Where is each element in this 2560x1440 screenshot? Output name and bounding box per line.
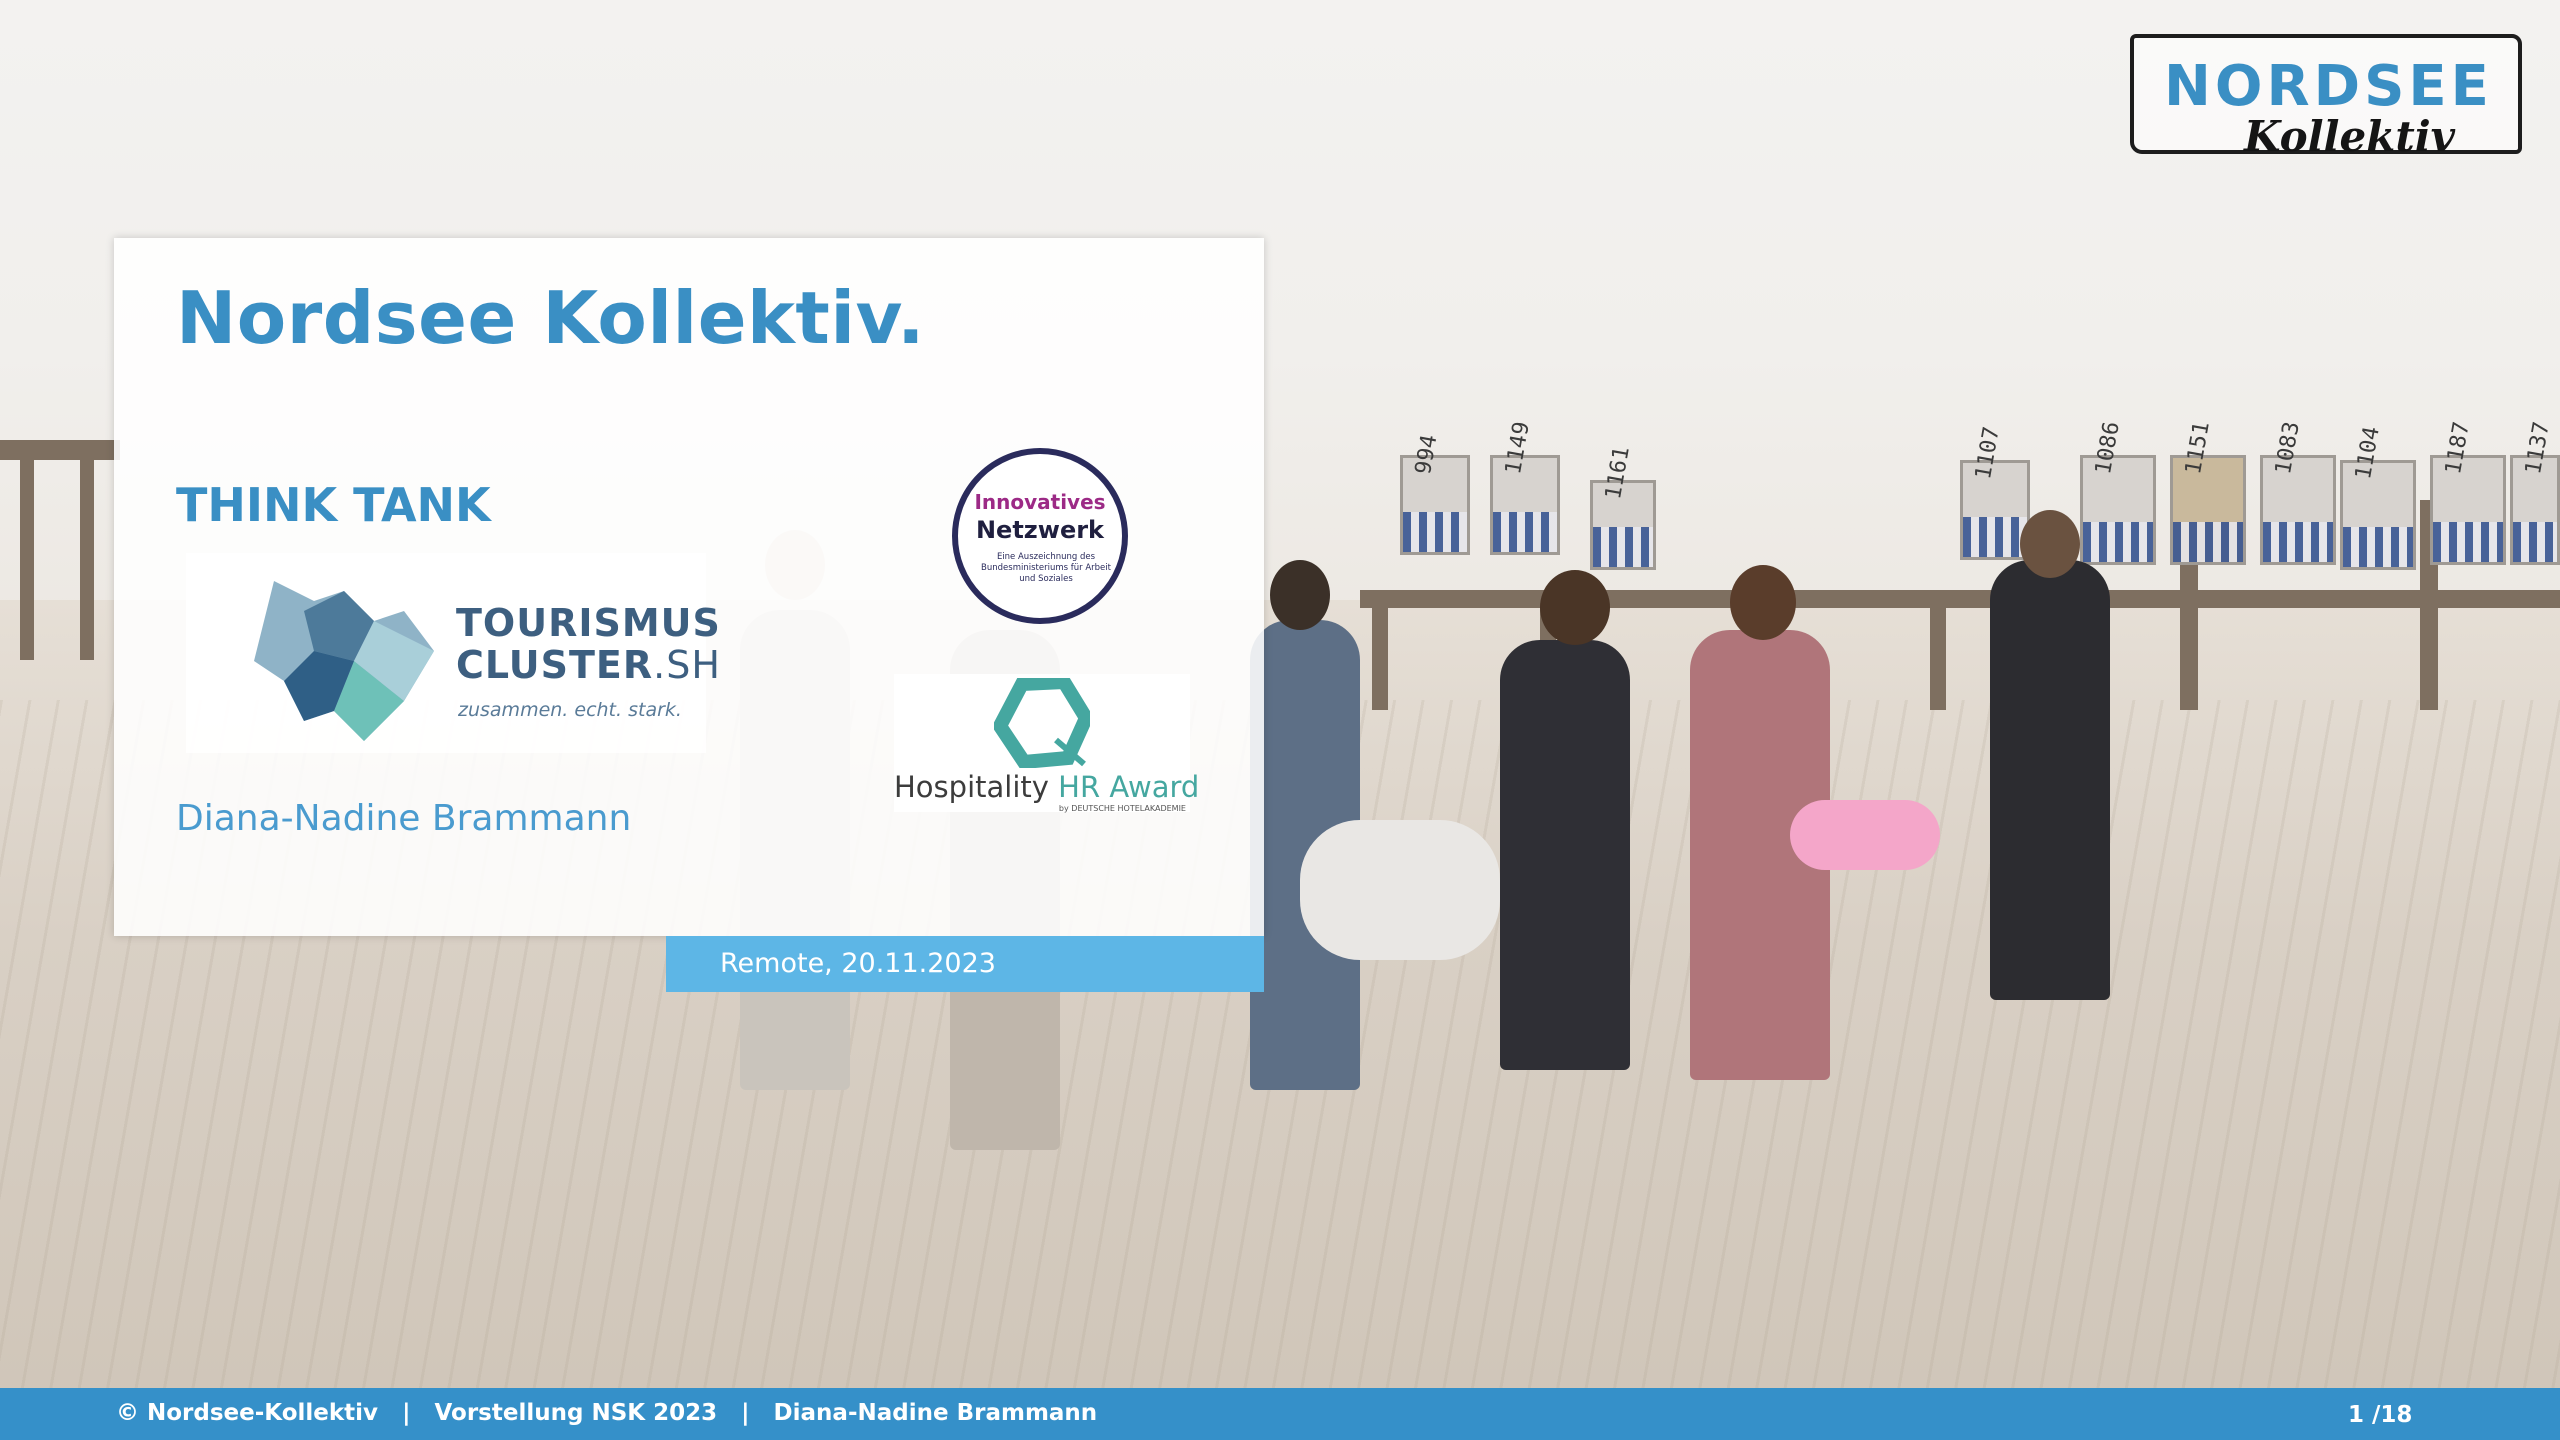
pier-post bbox=[1372, 600, 1388, 710]
pier-left-post bbox=[80, 460, 94, 660]
footer-text: © Nordsee-Kollektiv | Vorstellung NSK 20… bbox=[116, 1400, 1098, 1426]
beach-chair: 1161 bbox=[1590, 445, 1656, 570]
person-silhouette bbox=[1500, 640, 1630, 1070]
brand-wordmark: NORDSEE bbox=[2164, 54, 2493, 119]
pier-left-post bbox=[20, 460, 34, 660]
slide-title: Nordsee Kollektiv. bbox=[176, 276, 925, 360]
footer-bar: © Nordsee-Kollektiv | Vorstellung NSK 20… bbox=[0, 1388, 2560, 1440]
hospitality-hr-award-logo: Hospitality HR Award by DEUTSCHE HOTELAK… bbox=[894, 674, 1199, 813]
nordsee-kollektiv-logo: NORDSEE Kollektiv bbox=[2130, 34, 2522, 161]
sh-map-icon bbox=[254, 581, 434, 741]
cluster-word: CLUSTER.SH bbox=[456, 643, 721, 687]
slide-subtitle: THINK TANK bbox=[176, 478, 491, 532]
person-head bbox=[1270, 560, 1330, 630]
brand-script: Kollektiv bbox=[2244, 112, 2456, 161]
inflatable-pink-toy bbox=[1790, 800, 1940, 870]
beach-chair: 1083 bbox=[2260, 420, 2336, 565]
tourismus-cluster-logo: TOURISMUS CLUSTER.SH zusammen. echt. sta… bbox=[186, 553, 720, 753]
tourismus-slogan: zusammen. echt. stark. bbox=[458, 699, 682, 721]
person-head bbox=[2020, 510, 2080, 578]
beach-chair: 1137 bbox=[2510, 420, 2560, 565]
beach-chair: 1086 bbox=[2080, 420, 2156, 565]
person-head bbox=[1730, 565, 1796, 640]
award-byline: by DEUTSCHE HOTELAKADEMIE bbox=[1058, 804, 1186, 813]
page-number: 1 /18 bbox=[2348, 1402, 2413, 1428]
person-head bbox=[1540, 570, 1610, 645]
inflatable-white-toy bbox=[1300, 820, 1500, 960]
tourismus-word: TOURISMUS bbox=[456, 601, 721, 645]
beach-chair: 1151 bbox=[2170, 420, 2246, 565]
innovatives-netzwerk-seal: Innovatives Netzwerk Eine Auszeichnung d… bbox=[952, 448, 1128, 624]
beach-chair: 994 bbox=[1400, 433, 1470, 555]
presenter-name: Diana-Nadine Brammann bbox=[176, 798, 632, 839]
award-wordmark: Hospitality HR Award bbox=[894, 770, 1200, 804]
pier-post bbox=[1930, 600, 1946, 710]
title-card: Nordsee Kollektiv. THINK TANK TOURISMUS … bbox=[114, 238, 1264, 936]
person-silhouette bbox=[1990, 560, 2110, 1000]
beach-chair: 1149 bbox=[1490, 420, 1560, 555]
pier-left bbox=[0, 440, 120, 460]
date-location: Remote, 20.11.2023 bbox=[720, 948, 996, 979]
beach-chair: 1104 bbox=[2340, 425, 2416, 570]
date-strip: Remote, 20.11.2023 bbox=[666, 936, 1264, 992]
award-ring-icon bbox=[994, 678, 1090, 768]
beach-chair: 1187 bbox=[2430, 420, 2506, 565]
